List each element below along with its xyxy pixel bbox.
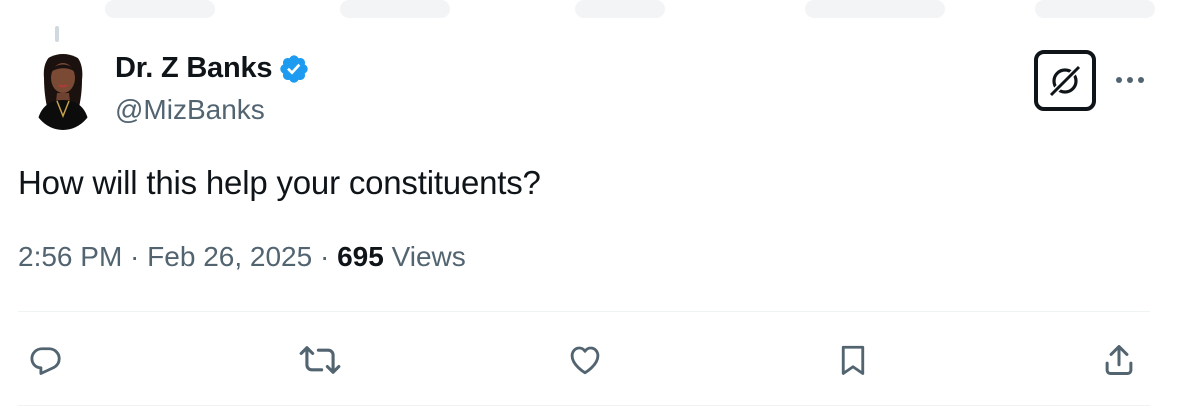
author-display-name[interactable]: Dr. Z Banks bbox=[115, 52, 273, 85]
reply-icon bbox=[30, 347, 61, 375]
bookmark-button[interactable] bbox=[833, 340, 873, 380]
verified-badge-icon[interactable] bbox=[278, 53, 310, 85]
bookmark-icon bbox=[841, 345, 865, 375]
like-button[interactable] bbox=[565, 340, 605, 380]
thread-connector-line bbox=[55, 26, 59, 42]
meta-separator: · bbox=[122, 241, 148, 272]
author-handle[interactable]: @MizBanks bbox=[115, 94, 265, 126]
like-icon bbox=[570, 346, 600, 375]
grok-icon bbox=[1049, 65, 1081, 96]
tweet-date[interactable]: Feb 26, 2025 bbox=[147, 241, 312, 273]
grok-button[interactable] bbox=[1034, 50, 1096, 111]
share-button[interactable] bbox=[1099, 340, 1139, 380]
meta-separator: · bbox=[312, 241, 338, 272]
previous-tweet-fade bbox=[0, 0, 1184, 24]
views-label[interactable]: Views bbox=[384, 241, 466, 273]
reply-button[interactable] bbox=[26, 340, 66, 380]
tweet-text: How will this help your constituents? bbox=[18, 164, 541, 201]
share-icon bbox=[1105, 345, 1133, 375]
author-name-row[interactable]: Dr. Z Banks bbox=[115, 52, 310, 85]
avatar[interactable] bbox=[30, 48, 96, 130]
retweet-button[interactable] bbox=[296, 340, 344, 380]
retweet-icon bbox=[299, 346, 341, 374]
tweet-metadata: 2:56 PM · Feb 26, 2025 · 695 Views bbox=[18, 241, 466, 273]
views-count[interactable]: 695 bbox=[337, 241, 384, 273]
tweet-time[interactable]: 2:56 PM bbox=[18, 241, 122, 273]
more-icon[interactable] bbox=[1116, 68, 1148, 92]
divider bbox=[18, 405, 1150, 406]
divider bbox=[18, 311, 1150, 312]
